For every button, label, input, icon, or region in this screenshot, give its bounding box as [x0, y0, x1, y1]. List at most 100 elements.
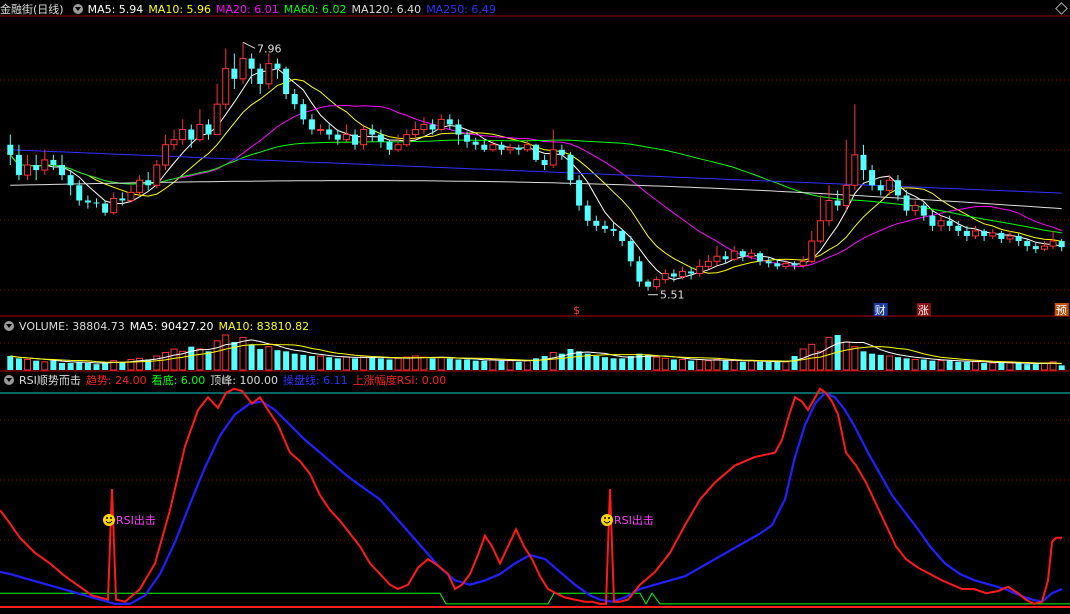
- candle-body: [411, 129, 419, 136]
- rsi-legend-3: 操盘线: 6.11: [282, 374, 348, 387]
- volume-bar: [894, 357, 901, 370]
- candle-body: [342, 134, 350, 141]
- volume-bar: [257, 349, 264, 370]
- volume-bar: [645, 354, 652, 370]
- candle: [877, 180, 884, 196]
- volume-bar: [515, 361, 522, 370]
- candle-body: [188, 129, 195, 140]
- candle-body: [739, 251, 746, 257]
- volume-bar: [541, 356, 548, 370]
- volume-bar: [877, 354, 884, 370]
- candle: [84, 195, 91, 209]
- candle-body: [653, 279, 661, 288]
- candle: [161, 134, 169, 171]
- candle: [394, 134, 402, 152]
- stock-chart[interactable]: 7.96 5.51 $ 财 涨 预 RSI出击 RSI出击: [0, 0, 1070, 614]
- volume-bar: [791, 356, 798, 370]
- volume-bar: [946, 360, 953, 370]
- candle-body: [481, 144, 488, 150]
- candle: [300, 99, 307, 125]
- volume-bar: [222, 334, 230, 371]
- volume-bar: [670, 359, 677, 370]
- ma-legend-1: MA10: 5.96: [148, 3, 212, 16]
- volume-bar: [41, 361, 49, 371]
- volume-bar: [231, 342, 238, 370]
- candle-body: [791, 263, 798, 266]
- candle-body: [722, 256, 729, 260]
- candle-body: [102, 203, 109, 213]
- candle-body: [747, 252, 755, 257]
- candle: [704, 255, 712, 270]
- candle: [696, 259, 704, 277]
- candle: [67, 170, 74, 196]
- volume-bar: [757, 361, 764, 370]
- candle: [670, 269, 677, 282]
- candle-body: [1032, 246, 1039, 250]
- stock-title[interactable]: 金融街(日线): [0, 3, 64, 16]
- candle: [222, 48, 230, 110]
- volume-bar: [161, 352, 169, 371]
- candle-body: [1015, 235, 1022, 242]
- event-marker: 预: [1056, 304, 1067, 317]
- candle-body: [610, 228, 617, 231]
- volume-bar: [308, 356, 315, 370]
- smiley-eye: [608, 517, 610, 519]
- candle-body: [670, 273, 677, 277]
- candle: [213, 83, 221, 136]
- candle-body: [679, 270, 687, 278]
- candle: [576, 175, 583, 211]
- chevron-down-icon[interactable]: [4, 321, 14, 331]
- event-marker: 涨: [918, 304, 929, 317]
- volume-bar: [1024, 364, 1031, 370]
- candle: [283, 66, 290, 100]
- candle-body: [645, 281, 652, 287]
- candle-body: [239, 58, 247, 80]
- candle: [127, 185, 135, 203]
- volume-bar: [567, 349, 574, 370]
- candle: [834, 190, 841, 211]
- volume-bar: [963, 361, 970, 370]
- volume-bar: [437, 356, 445, 371]
- ma-line-MA10: [9, 78, 1062, 274]
- candle-body: [834, 200, 841, 206]
- candle: [533, 143, 539, 162]
- volume-bar: [248, 344, 255, 370]
- volume-bar: [188, 346, 195, 370]
- candle: [257, 63, 264, 95]
- candle-body: [300, 104, 307, 120]
- volume-bar: [472, 360, 479, 370]
- candle-body: [170, 139, 178, 146]
- volume-bar: [911, 359, 919, 371]
- candle: [653, 276, 661, 290]
- ma-legend-0: MA5: 5.94: [87, 3, 144, 16]
- candle: [972, 225, 980, 240]
- candle: [825, 185, 833, 226]
- volume-bar: [498, 360, 505, 370]
- candle-body: [541, 159, 548, 165]
- candle: [136, 175, 144, 196]
- candle-body: [93, 202, 100, 204]
- volume-bar: [464, 359, 471, 370]
- candle-body: [110, 197, 118, 214]
- candle-body: [334, 134, 341, 140]
- candle-body: [1040, 245, 1048, 250]
- rsi-signal: RSI出击: [601, 513, 654, 527]
- rsi-legend-2: 顶峰: 100.00: [210, 374, 278, 387]
- ma-legend-3: MA60: 6.02: [283, 3, 347, 16]
- candle: [869, 165, 876, 191]
- volume-bar: [627, 356, 634, 370]
- candle: [429, 119, 436, 135]
- candle: [326, 124, 333, 140]
- candle: [93, 198, 100, 208]
- candle: [352, 129, 359, 150]
- chevron-down-icon[interactable]: [72, 4, 83, 14]
- candle: [911, 200, 919, 216]
- candle-body: [1058, 241, 1065, 248]
- candle-body: [782, 262, 790, 267]
- candle-body: [533, 144, 539, 160]
- candle-body: [713, 255, 721, 262]
- candle: [403, 129, 411, 147]
- candle-body: [808, 240, 816, 262]
- chevron-down-icon[interactable]: [4, 375, 14, 385]
- volume-bar: [696, 359, 704, 371]
